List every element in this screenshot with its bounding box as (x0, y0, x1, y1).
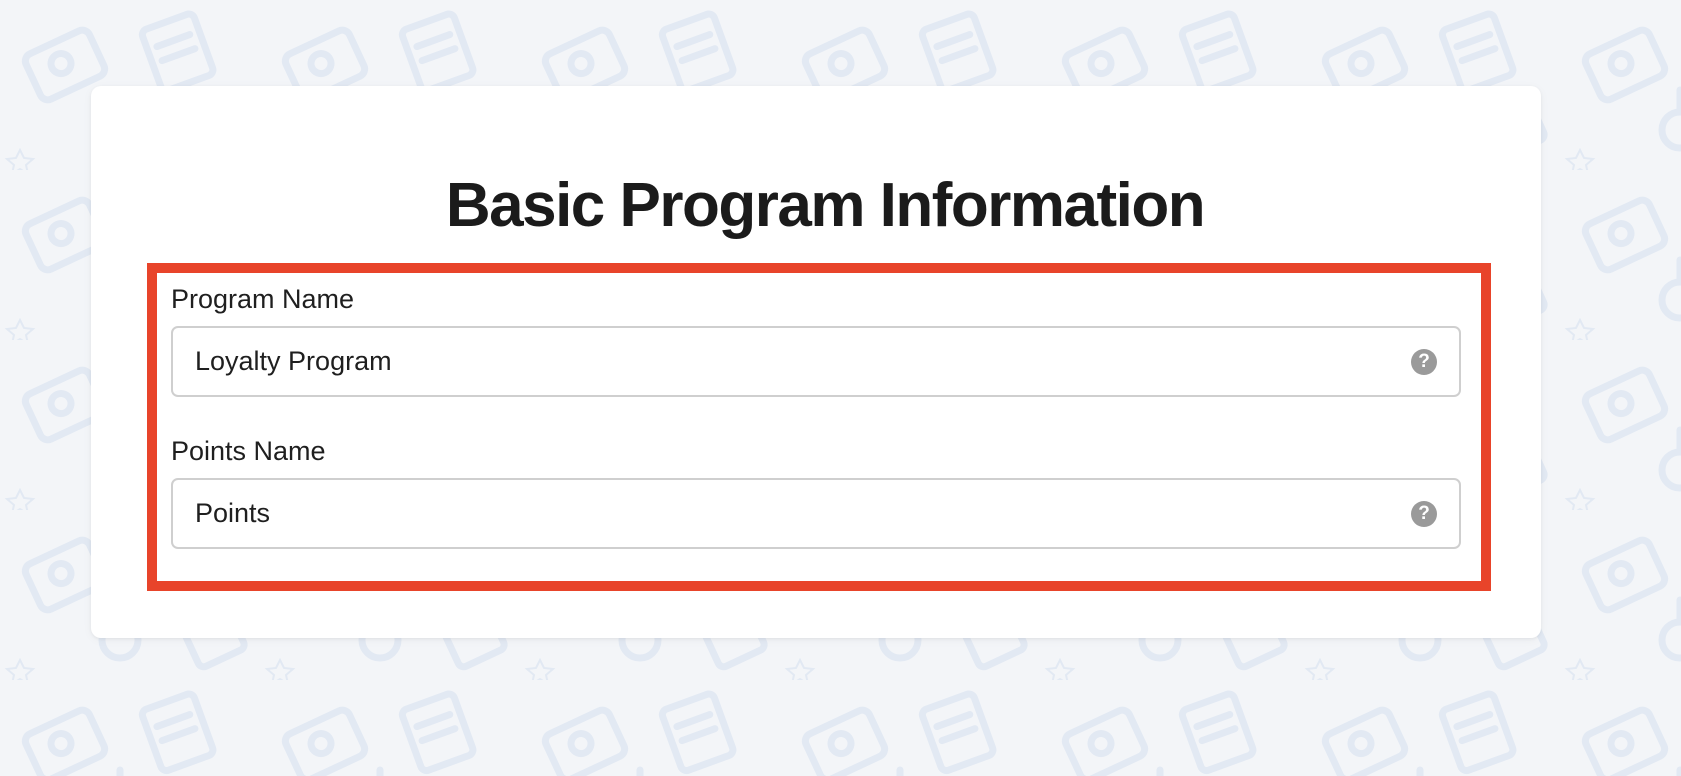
program-name-input[interactable] (193, 328, 1375, 395)
points-name-field[interactable]: ? (171, 478, 1461, 549)
page-title: Basic Program Information (445, 171, 1206, 240)
points-name-input[interactable] (193, 480, 1375, 547)
question-circle-icon[interactable]: ? (1411, 501, 1437, 527)
points-name-label: Points Name (171, 436, 326, 466)
program-name-label: Program Name (171, 284, 355, 314)
question-circle-icon[interactable]: ? (1411, 349, 1437, 375)
program-name-field[interactable]: ? (171, 326, 1461, 397)
